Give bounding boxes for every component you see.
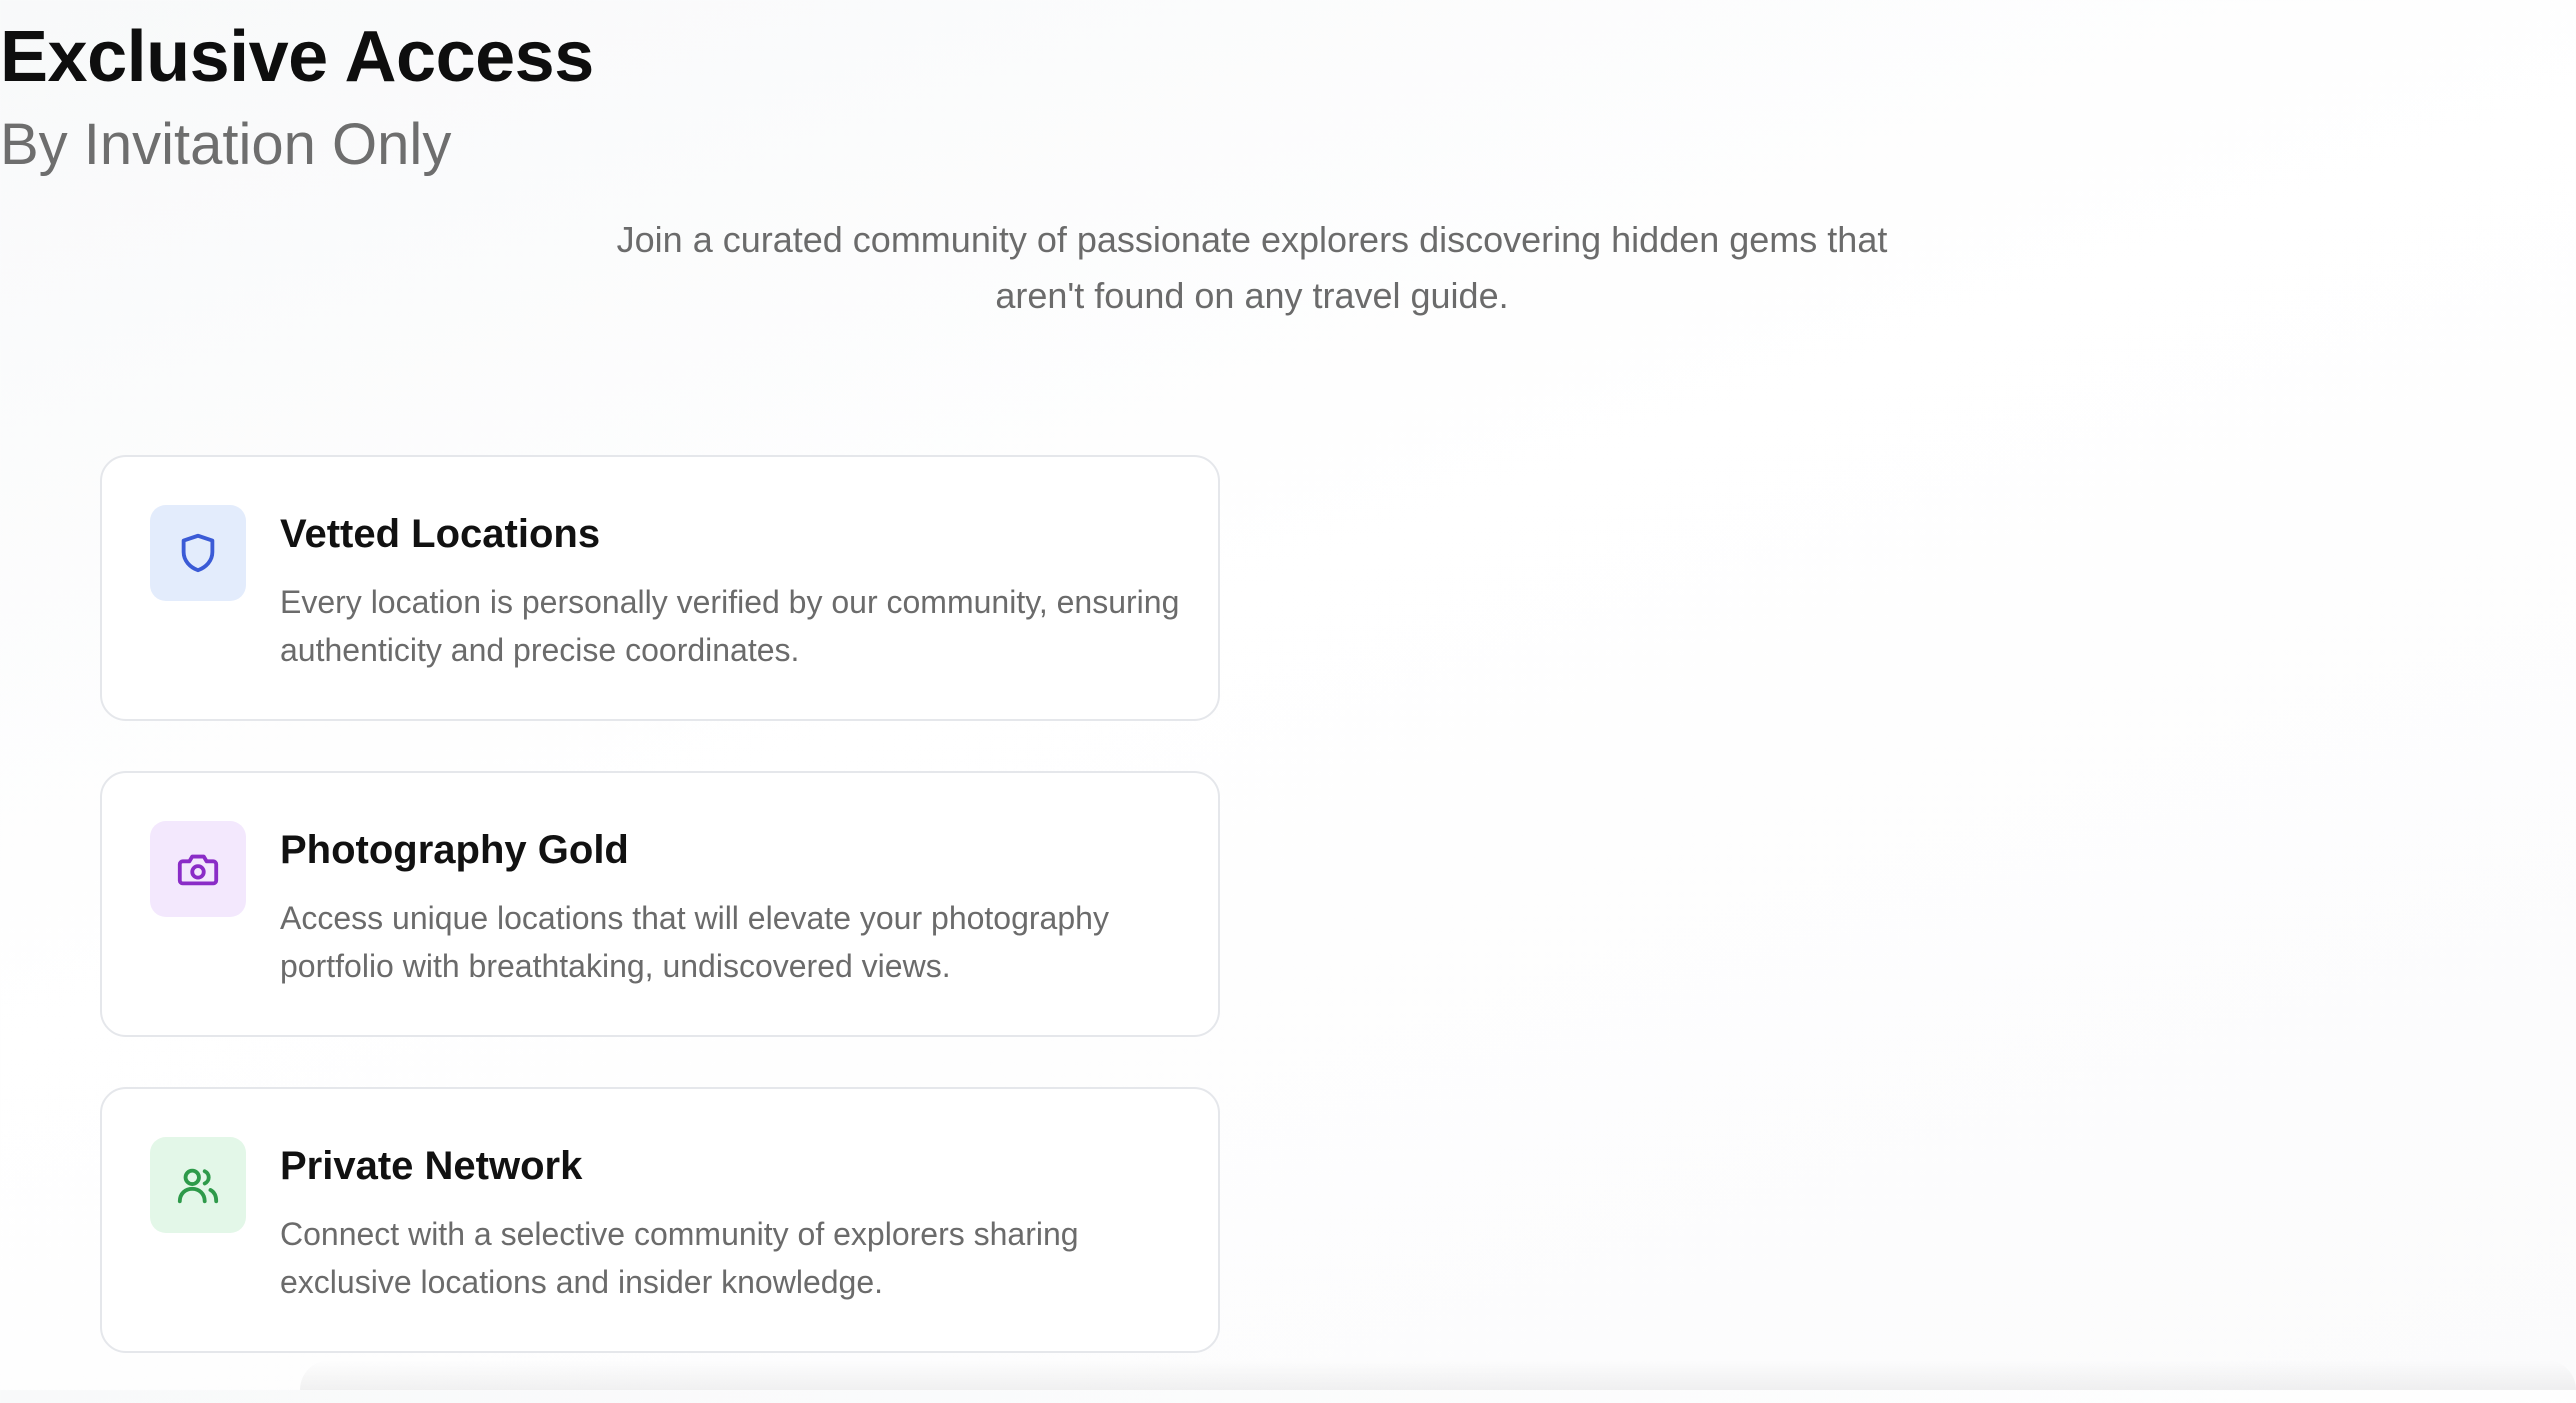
feature-icon-box: [150, 1137, 246, 1233]
feature-card-photography-gold: Photography Gold Access unique locations…: [100, 771, 1220, 1037]
camera-icon: [177, 854, 219, 886]
feature-title: Vetted Locations: [280, 512, 601, 556]
feature-list: Vetted Locations Every location is perso…: [100, 455, 1220, 1403]
shield-icon: [181, 533, 215, 573]
users-icon: [177, 1168, 219, 1204]
intro-text: Join a curated community of passionate e…: [616, 219, 1888, 316]
next-section-edge: [300, 1360, 2576, 1390]
feature-card-private-network: Private Network Connect with a selective…: [100, 1087, 1220, 1353]
feature-title: Photography Gold: [280, 828, 629, 872]
feature-icon-box: [150, 505, 246, 601]
feature-icon-box: [150, 821, 246, 917]
feature-title: Private Network: [280, 1144, 583, 1188]
feature-description: Access unique locations that will elevat…: [280, 900, 1109, 984]
feature-card-vetted-locations: Vetted Locations Every location is perso…: [100, 455, 1220, 721]
feature-description: Every location is personally verified by…: [280, 584, 1180, 668]
feature-description: Connect with a selective community of ex…: [280, 1216, 1079, 1300]
page-title: Exclusive Access: [0, 17, 594, 97]
page-subtitle: By Invitation Only: [0, 112, 452, 177]
